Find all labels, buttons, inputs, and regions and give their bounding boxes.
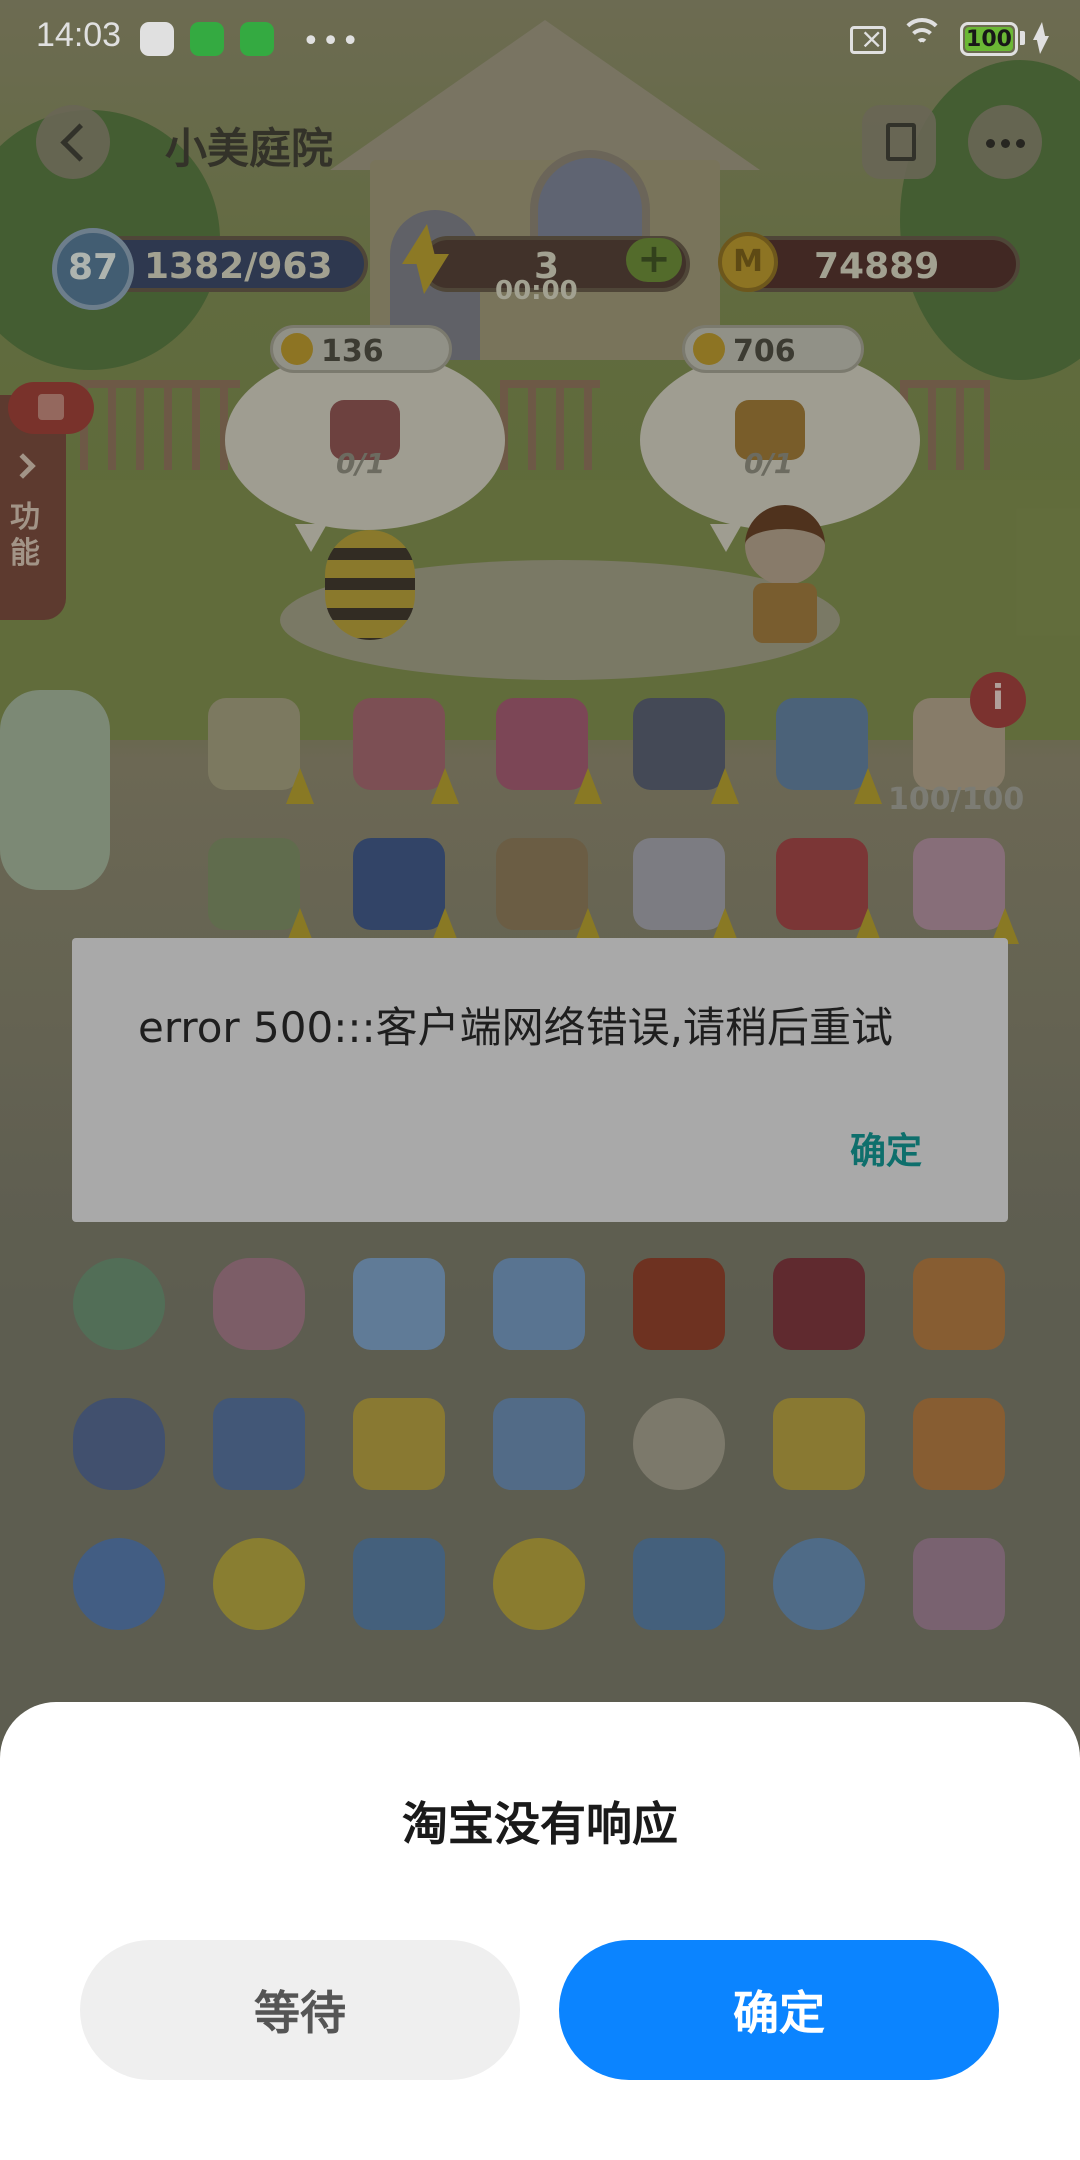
app-not-responding-sheet: 淘宝没有响应 等待 确定 [0, 1702, 1080, 2160]
error-dialog: error 500:::客户端网络错误,请稍后重试 确定 [72, 938, 1008, 1222]
error-confirm-button[interactable]: 确定 [850, 1122, 922, 1174]
confirm-button[interactable]: 确定 [559, 1940, 999, 2080]
error-message: error 500:::客户端网络错误,请稍后重试 [138, 1003, 893, 1052]
sheet-title: 淘宝没有响应 [402, 1797, 678, 1851]
wait-button[interactable]: 等待 [80, 1940, 520, 2080]
